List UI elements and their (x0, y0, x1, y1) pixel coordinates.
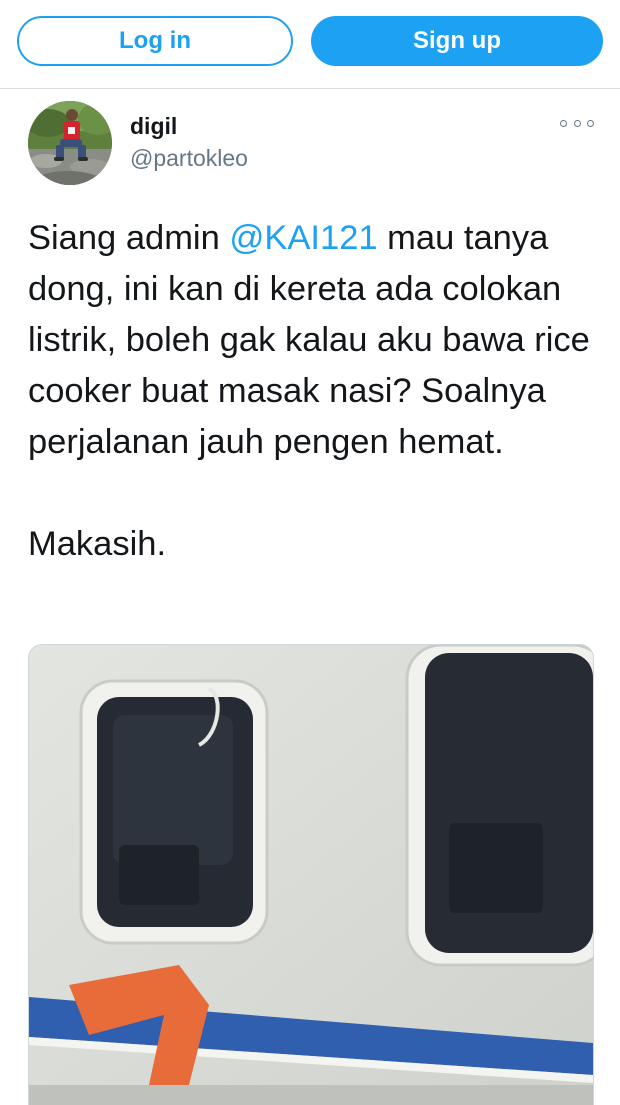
mention-link[interactable]: @KAI121 (229, 219, 377, 257)
tweet-media-image[interactable] (28, 644, 594, 1105)
avatar-photo (28, 101, 112, 185)
more-options-icon[interactable] (560, 113, 594, 133)
tweet-text-start: Siang admin (28, 219, 230, 257)
display-name[interactable]: digil (130, 113, 177, 140)
dot (573, 119, 581, 127)
dot (560, 119, 567, 127)
user-handle[interactable]: @partokleo (130, 145, 248, 172)
avatar[interactable] (28, 101, 112, 185)
tweet: digil @partokleo Siang admin @KAI121 mau… (0, 89, 620, 1105)
tweet-text: Siang admin @KAI121 mau tanya dong, ini … (28, 213, 608, 570)
tweet-closing: Makasih. (28, 525, 167, 563)
login-button[interactable]: Log in (17, 16, 293, 66)
dot (587, 119, 594, 127)
train-photo (29, 645, 593, 1105)
top-bar: Log in Sign up (0, 0, 620, 89)
signup-button[interactable]: Sign up (311, 16, 603, 66)
tweet-body: Siang admin @KAI121 mau tanya dong, ini … (28, 213, 608, 468)
